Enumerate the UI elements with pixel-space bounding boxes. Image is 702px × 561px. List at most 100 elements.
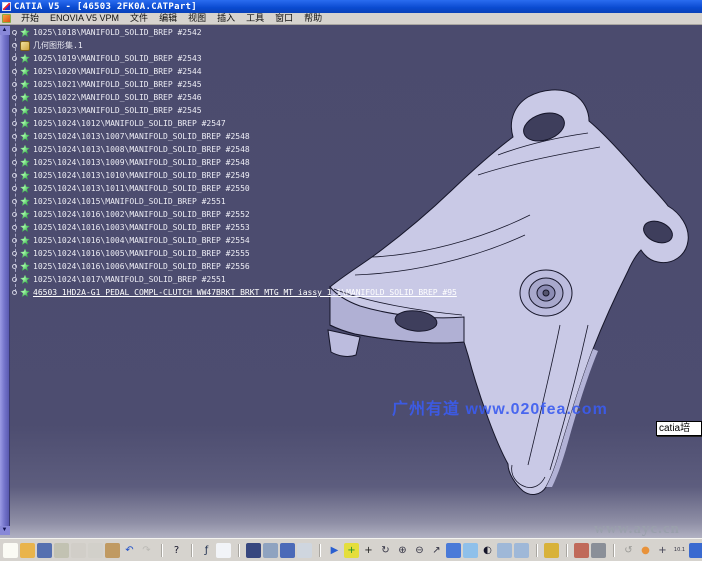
tree-node-connector[interactable] [12, 30, 17, 35]
open-folder-button[interactable] [20, 543, 35, 558]
tree-item-label[interactable]: 1025\1019\MANIFOLD_SOLID_BREP #2543 [33, 54, 202, 63]
copy-button[interactable] [88, 543, 103, 558]
tree-node-connector[interactable] [12, 173, 17, 178]
menu-item[interactable]: ENOVIA V5 VPM [45, 13, 124, 24]
tree-node-connector[interactable] [12, 238, 17, 243]
tree-item-label[interactable]: 1025\1024\1013\1011\MANIFOLD_SOLID_BREP … [33, 184, 250, 193]
tree-item-label[interactable]: 1025\1024\1013\1009\MANIFOLD_SOLID_BREP … [33, 158, 250, 167]
lock-node-button[interactable] [280, 543, 295, 558]
gauge-button[interactable] [574, 543, 589, 558]
structure-tree-button[interactable] [263, 543, 278, 558]
viewport-3d[interactable]: ▲ ▼ 1025\1018\MANIFOLD_SOLID_BREP #2542 … [0, 25, 702, 538]
iso-cube-button[interactable] [463, 543, 478, 558]
refresh-loop-button[interactable]: ↺ [621, 543, 636, 558]
tree-item[interactable]: 1025\1024\1016\1005\MANIFOLD_SOLID_BREP … [10, 247, 480, 260]
tree-item[interactable]: 1025\1023\MANIFOLD_SOLID_BREP #2545 [10, 104, 480, 117]
tree-item-label[interactable]: 1025\1021\MANIFOLD_SOLID_BREP #2545 [33, 80, 202, 89]
tree-item-label[interactable]: 1025\1024\1012\MANIFOLD_SOLID_BREP #2547 [33, 119, 226, 128]
tree-item[interactable]: 1025\1024\1016\1003\MANIFOLD_SOLID_BREP … [10, 221, 480, 234]
save-button[interactable] [37, 543, 52, 558]
database-button[interactable] [689, 543, 702, 558]
menu-item[interactable]: 编辑 [154, 13, 182, 24]
render-style-button[interactable]: ◐ [480, 543, 495, 558]
tree-node-connector[interactable] [12, 147, 17, 152]
menu-item[interactable]: 帮助 [299, 13, 327, 24]
tree-item-label[interactable]: 1025\1024\1015\MANIFOLD_SOLID_BREP #2551 [33, 197, 226, 206]
tree-node-connector[interactable] [12, 160, 17, 165]
tree-scrollbar[interactable]: ▲ ▼ [0, 26, 10, 535]
tree-item-label[interactable]: 1025\1024\1013\1008\MANIFOLD_SOLID_BREP … [33, 145, 250, 154]
help-pointer-button[interactable]: ? [169, 543, 184, 558]
tree-node-connector[interactable] [12, 69, 17, 74]
new-document-button[interactable] [3, 543, 18, 558]
tree-node-connector[interactable] [12, 82, 17, 87]
tree-node-connector[interactable] [12, 108, 17, 113]
tree-item[interactable]: 1025\1024\1013\1010\MANIFOLD_SOLID_BREP … [10, 169, 480, 182]
tree-node-connector[interactable] [12, 264, 17, 269]
tree-item-label[interactable]: 1025\1024\1016\1005\MANIFOLD_SOLID_BREP … [33, 249, 250, 258]
tree-item-label[interactable]: 几何图形集.1 [33, 40, 83, 51]
tree-item[interactable]: 1025\1018\MANIFOLD_SOLID_BREP #2542 [10, 26, 480, 39]
tree-item[interactable]: 46503 1HD2A-G1 PEDAL COMPL-CLUTCH WW47BR… [10, 286, 480, 299]
zoom-out-button[interactable]: ⊖ [412, 543, 427, 558]
tree-node-connector[interactable] [12, 95, 17, 100]
tree-item[interactable]: 几何图形集.1 [10, 39, 480, 52]
menu-item[interactable]: 插入 [212, 13, 240, 24]
tree-item-label[interactable]: 1025\1024\1013\1010\MANIFOLD_SOLID_BREP … [33, 171, 250, 180]
cut-button[interactable] [71, 543, 86, 558]
tree-item-label[interactable]: 1025\1024\1013\1007\MANIFOLD_SOLID_BREP … [33, 132, 250, 141]
normal-view-button[interactable]: ↗ [429, 543, 444, 558]
view-mode-b-button[interactable] [514, 543, 529, 558]
tree-item[interactable]: 1025\1019\MANIFOLD_SOLID_BREP #2543 [10, 52, 480, 65]
tree-item-label[interactable]: 1025\1022\MANIFOLD_SOLID_BREP #2546 [33, 93, 202, 102]
tree-node-connector[interactable] [12, 56, 17, 61]
tree-item[interactable]: 1025\1024\1016\1006\MANIFOLD_SOLID_BREP … [10, 260, 480, 273]
tree-item-label[interactable]: 1025\1024\1016\1004\MANIFOLD_SOLID_BREP … [33, 236, 250, 245]
tree-item[interactable]: 1025\1020\MANIFOLD_SOLID_BREP #2544 [10, 65, 480, 78]
tree-node-connector[interactable] [12, 225, 17, 230]
tree-node-connector[interactable] [12, 251, 17, 256]
menu-item[interactable]: 窗口 [270, 13, 298, 24]
scroll-down-icon[interactable]: ▼ [0, 526, 10, 535]
tree-item[interactable]: 1025\1024\1013\1008\MANIFOLD_SOLID_BREP … [10, 143, 480, 156]
padlock-button[interactable] [544, 543, 559, 558]
scroll-up-icon[interactable]: ▲ [0, 26, 10, 35]
tree-node-connector[interactable] [12, 134, 17, 139]
tree-node-connector[interactable] [12, 277, 17, 282]
fit-all-button[interactable]: + [344, 543, 359, 558]
tree-item-label[interactable]: 46503 1HD2A-G1 PEDAL COMPL-CLUTCH WW47BR… [33, 288, 457, 297]
tree-item[interactable]: 1025\1024\1017\MANIFOLD_SOLID_BREP #2551 [10, 273, 480, 286]
tree-node-connector[interactable] [12, 212, 17, 217]
camera-button[interactable] [591, 543, 606, 558]
globe-button[interactable]: ● [638, 543, 653, 558]
chat-bubble-button[interactable] [216, 543, 231, 558]
view-mode-a-button[interactable] [497, 543, 512, 558]
tree-item[interactable]: 1025\1022\MANIFOLD_SOLID_BREP #2546 [10, 91, 480, 104]
tree-item[interactable]: 1025\1024\1013\1007\MANIFOLD_SOLID_BREP … [10, 130, 480, 143]
tree-item[interactable]: 1025\1024\1012\MANIFOLD_SOLID_BREP #2547 [10, 117, 480, 130]
tree-node-connector[interactable] [12, 199, 17, 204]
tree-item[interactable]: 1025\1024\1016\1004\MANIFOLD_SOLID_BREP … [10, 234, 480, 247]
rotate-button[interactable]: ↻ [378, 543, 393, 558]
tree-item[interactable]: 1025\1024\1016\1002\MANIFOLD_SOLID_BREP … [10, 208, 480, 221]
export-doc-button[interactable] [297, 543, 312, 558]
zoom-in-button[interactable]: ⊕ [395, 543, 410, 558]
redo-button[interactable]: ↷ [139, 543, 154, 558]
tree-item-label[interactable]: 1025\1024\1016\1006\MANIFOLD_SOLID_BREP … [33, 262, 250, 271]
tree-item[interactable]: 1025\1024\1015\MANIFOLD_SOLID_BREP #2551 [10, 195, 480, 208]
multi-view-button[interactable] [446, 543, 461, 558]
tree-item-label[interactable]: 1025\1024\1016\1003\MANIFOLD_SOLID_BREP … [33, 223, 250, 232]
tree-node-connector[interactable] [12, 121, 17, 126]
paste-button[interactable] [105, 543, 120, 558]
dimension-button[interactable]: 10.1 [672, 543, 687, 558]
tree-item[interactable]: 1025\1024\1013\1011\MANIFOLD_SOLID_BREP … [10, 182, 480, 195]
print-button[interactable] [54, 543, 69, 558]
formula-fx-button[interactable]: ƒ [199, 543, 214, 558]
tree-node-connector[interactable] [12, 43, 17, 48]
tree-item[interactable]: 1025\1021\MANIFOLD_SOLID_BREP #2545 [10, 78, 480, 91]
tree-node-connector[interactable] [12, 290, 17, 295]
fly-mode-button[interactable]: ▶ [327, 543, 342, 558]
tree-item-label[interactable]: 1025\1024\1017\MANIFOLD_SOLID_BREP #2551 [33, 275, 226, 284]
menu-item[interactable]: 文件 [125, 13, 153, 24]
table-grid-button[interactable] [246, 543, 261, 558]
